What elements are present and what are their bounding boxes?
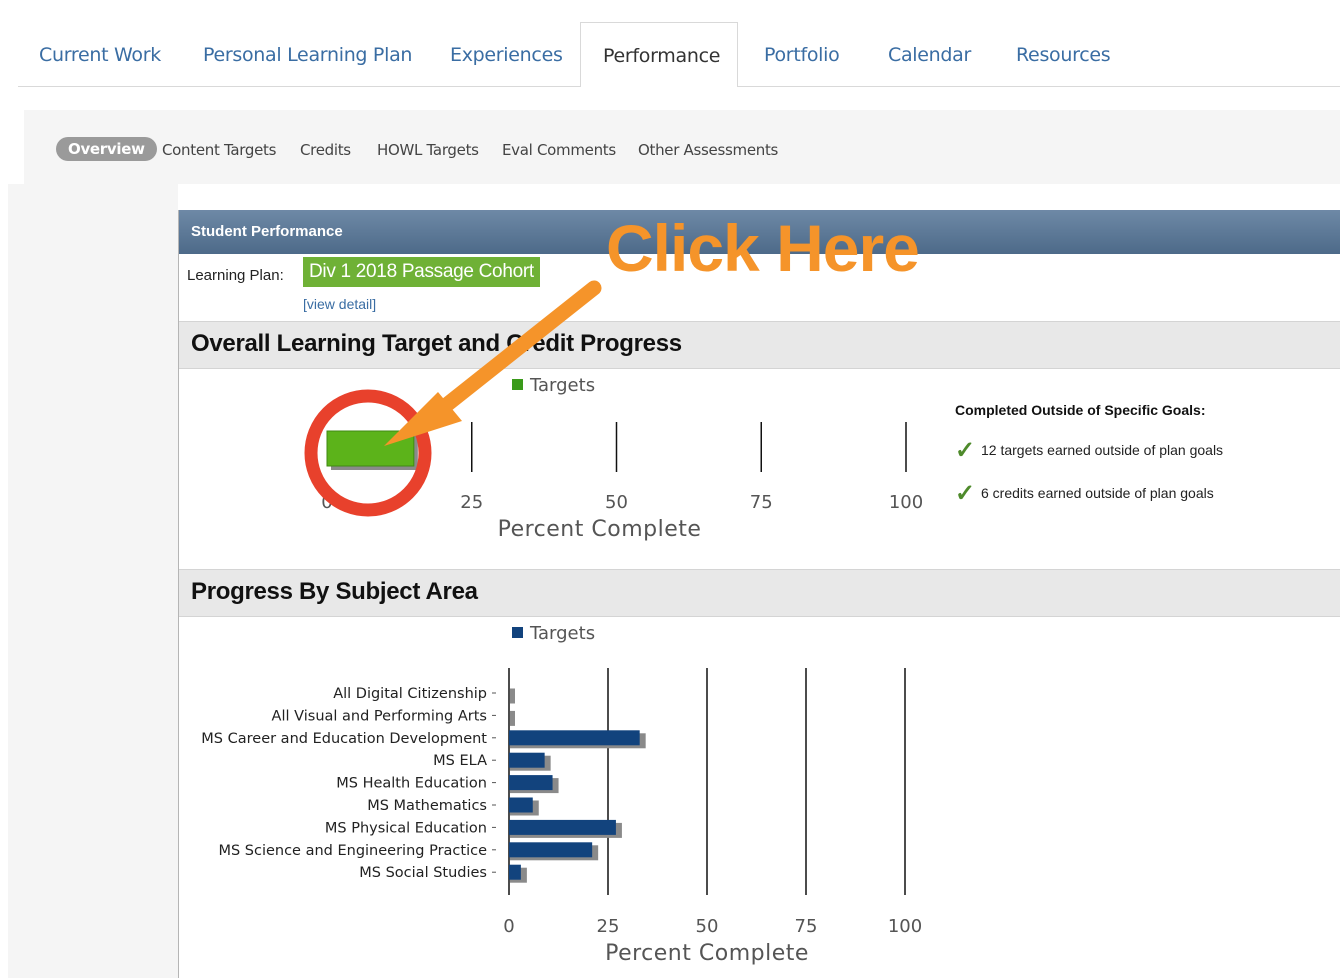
legend-label: Targets [530, 623, 596, 644]
student-performance-panel: Student Performance Learning Plan: Div 1… [178, 210, 1340, 978]
x-tick-label: 25 [460, 492, 483, 513]
tab-portfolio[interactable]: Portfolio [764, 22, 840, 86]
x-tick-label: 0 [503, 916, 514, 937]
tab-experiences[interactable]: Experiences [450, 22, 563, 86]
x-tick-label: 100 [888, 916, 922, 937]
subtab-overview[interactable]: Overview [56, 137, 157, 161]
bar-targets [509, 819, 616, 835]
completed-outside-item: ✓ 6 credits earned outside of plan goals [955, 480, 1214, 507]
category-label: MS Mathematics [367, 798, 487, 814]
subject-chart-legend: Targets [512, 623, 595, 644]
left-gutter [8, 184, 178, 978]
x-tick-label: 25 [597, 916, 620, 937]
completed-outside-title: Completed Outside of Specific Goals: [955, 402, 1206, 418]
category-label: MS ELA [433, 753, 487, 769]
x-tick-label: 75 [750, 492, 773, 513]
checkmark-icon: ✓ [955, 480, 976, 507]
x-tick-label: 50 [696, 916, 719, 937]
bar-targets [509, 864, 521, 880]
subtab-other-assessments[interactable]: Other Assessments [638, 141, 778, 159]
bar-targets [509, 842, 593, 858]
tab-calendar[interactable]: Calendar [888, 22, 971, 86]
x-tick-label: 0 [321, 492, 332, 513]
category-label: MS Physical Education [325, 820, 487, 836]
subject-progress-title: Progress By Subject Area [191, 578, 478, 605]
category-label: MS Career and Education Development [201, 731, 487, 747]
sub-tab-bar: Overview Content Targets Credits HOWL Ta… [24, 110, 1340, 184]
x-tick-label: 75 [795, 916, 818, 937]
main-tab-bar: Current Work Personal Learning Plan Expe… [18, 22, 1340, 87]
subtab-eval-comments[interactable]: Eval Comments [502, 141, 616, 159]
legend-swatch [512, 627, 523, 638]
subtab-credits[interactable]: Credits [300, 141, 351, 159]
checkmark-icon: ✓ [955, 437, 976, 464]
bar-targets [509, 730, 640, 746]
category-label: MS Science and Engineering Practice [218, 843, 487, 859]
tab-resources[interactable]: Resources [1016, 22, 1111, 86]
subject-progress-section: Progress By Subject Area [179, 569, 1340, 617]
category-label: All Digital Citizenship [333, 686, 487, 702]
bar-targets [509, 797, 533, 813]
bar-shadow [510, 688, 515, 704]
tab-personal-learning-plan[interactable]: Personal Learning Plan [203, 22, 412, 86]
x-axis-title: Percent Complete [498, 517, 702, 542]
x-tick-label: 50 [605, 492, 628, 513]
tab-performance[interactable]: Performance [580, 22, 738, 87]
bar-targets [509, 775, 553, 791]
completed-outside-item: ✓ 12 targets earned outside of plan goals [955, 437, 1224, 464]
bar-targets [326, 430, 415, 467]
x-axis-title: Percent Complete [605, 941, 809, 966]
category-label: MS Health Education [336, 776, 487, 792]
subtab-howl-targets[interactable]: HOWL Targets [377, 141, 479, 159]
category-label: MS Social Studies [359, 865, 487, 881]
bar-targets [509, 752, 545, 768]
click-here-annotation: Click Here [606, 211, 920, 285]
subject-progress-chart: 0 25 50 75 100 All Digital Citizenship All Vis… [201, 668, 922, 966]
x-tick-label: 100 [889, 492, 923, 513]
tab-current-work[interactable]: Current Work [39, 22, 161, 86]
subtab-content-targets[interactable]: Content Targets [162, 141, 276, 159]
bar-shadow [510, 710, 515, 726]
category-label: All Visual and Performing Arts [272, 708, 487, 724]
